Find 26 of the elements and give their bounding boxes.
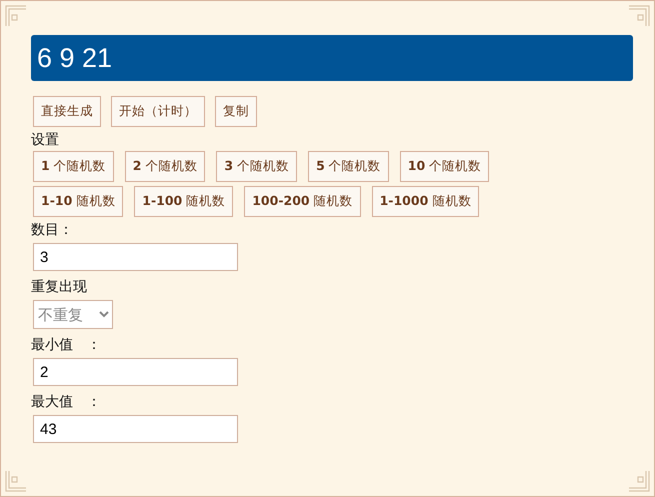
preset-button[interactable]: 100-200 随机数 xyxy=(244,186,361,217)
preset-button[interactable]: 1-1000 随机数 xyxy=(372,186,480,217)
corner-ornament-icon xyxy=(628,470,650,492)
preset-button[interactable]: 10 个随机数 xyxy=(400,151,490,182)
input-field[interactable]: 2 xyxy=(33,358,238,386)
action-button[interactable]: 直接生成 xyxy=(33,96,101,127)
corner-ornament-icon xyxy=(5,5,27,27)
preset-button[interactable]: 1 个随机数 xyxy=(33,151,114,182)
input-field[interactable]: 43 xyxy=(33,415,238,443)
preset-button[interactable]: 1-10 随机数 xyxy=(33,186,124,217)
corner-ornament-icon xyxy=(5,470,27,492)
field-label: 重复出现 xyxy=(31,278,88,296)
preset-button[interactable]: 5 个随机数 xyxy=(308,151,389,182)
field-label: 最大值 ： xyxy=(31,393,102,411)
action-button[interactable]: 复制 xyxy=(215,96,257,127)
field-label: 数目： xyxy=(31,221,74,239)
corner-ornament-icon xyxy=(628,5,650,27)
preset-button[interactable]: 3 个随机数 xyxy=(216,151,298,182)
field-label: 最小值 ： xyxy=(31,336,102,354)
select-field[interactable]: 不重复 xyxy=(33,300,113,329)
result-display: 6 9 21 xyxy=(31,35,633,81)
preset-button[interactable]: 2 个随机数 xyxy=(124,151,206,182)
action-button[interactable]: 开始（计时） xyxy=(111,96,205,127)
input-field[interactable]: 3 xyxy=(33,243,238,271)
preset-button[interactable]: 1-100 随机数 xyxy=(134,186,234,217)
section-title: 设置 xyxy=(31,131,60,149)
